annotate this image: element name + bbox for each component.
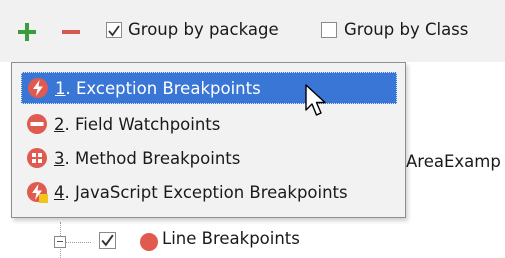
menu-item-method-breakpoints[interactable]: 3. Method Breakpoints bbox=[21, 142, 397, 174]
method-breakpoint-icon bbox=[27, 148, 47, 168]
menu-item-javascript-exception-breakpoints[interactable]: 4. JavaScript Exception Breakpoints bbox=[21, 176, 397, 208]
menu-item-label: 2. Field Watchpoints bbox=[54, 114, 221, 134]
line-breakpoints-checkbox[interactable] bbox=[99, 232, 116, 249]
tree-row-line-breakpoints[interactable]: Line Breakpoints bbox=[0, 222, 505, 258]
menu-item-label: 1. Exception Breakpoints bbox=[55, 78, 261, 98]
javascript-exception-breakpoint-icon bbox=[27, 182, 48, 203]
add-breakpoint-popup-menu: 1. Exception Breakpoints 2. Field Watchp… bbox=[11, 62, 406, 218]
group-by-package-checkbox[interactable] bbox=[106, 22, 122, 38]
menu-item-label: 3. Method Breakpoints bbox=[54, 148, 241, 168]
menu-item-label: 4. JavaScript Exception Breakpoints bbox=[54, 182, 348, 202]
mouse-cursor-icon bbox=[305, 84, 326, 116]
group-by-class-label: Group by Class bbox=[344, 20, 469, 39]
group-by-class-checkbox[interactable] bbox=[321, 22, 337, 38]
checkmark-icon bbox=[101, 234, 114, 247]
group-by-package-label: Group by package bbox=[128, 20, 279, 39]
plus-icon[interactable] bbox=[16, 21, 38, 43]
breakpoint-dot-icon bbox=[140, 233, 158, 251]
checkmark-icon bbox=[108, 25, 120, 37]
breakpoints-toolbar: Group by package Group by Class bbox=[0, 0, 505, 62]
exception-breakpoint-icon bbox=[28, 78, 48, 98]
tree-node-label: AreaExamp bbox=[406, 152, 501, 171]
menu-item-field-watchpoints[interactable]: 2. Field Watchpoints bbox=[21, 108, 397, 140]
line-breakpoints-label: Line Breakpoints bbox=[162, 229, 300, 248]
minus-icon[interactable] bbox=[60, 21, 82, 43]
field-watchpoint-icon bbox=[27, 114, 47, 134]
collapse-toggle-icon[interactable] bbox=[54, 236, 66, 248]
menu-item-exception-breakpoints[interactable]: 1. Exception Breakpoints bbox=[21, 72, 397, 104]
